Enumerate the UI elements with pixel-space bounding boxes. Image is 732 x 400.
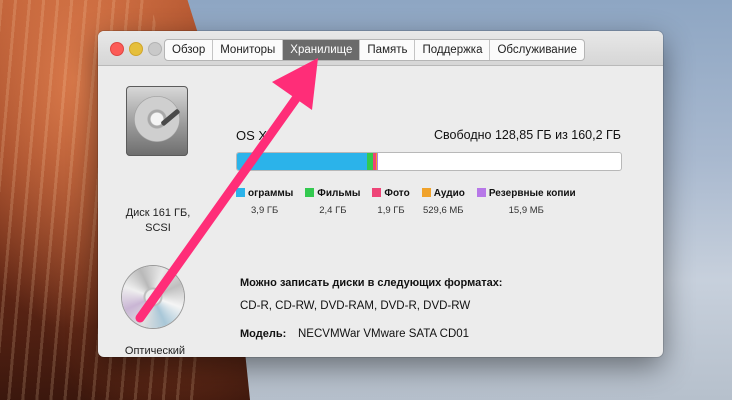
legend-swatch-backups bbox=[476, 188, 486, 197]
tab-bar: Обзор Мониторы Хранилище Память Поддержк… bbox=[164, 39, 585, 61]
minimize-window-button[interactable] bbox=[129, 42, 143, 56]
tab-support[interactable]: Поддержка bbox=[415, 40, 491, 60]
about-this-mac-window: Обзор Мониторы Хранилище Память Поддержк… bbox=[98, 31, 663, 357]
legend-swatch-movies bbox=[305, 188, 315, 197]
close-window-button[interactable] bbox=[110, 42, 124, 56]
legend-swatch-apps bbox=[236, 188, 245, 197]
storage-content: Диск 161 ГБ, SCSI Оптический дисковод OS… bbox=[98, 66, 663, 357]
formats-title: Можно записать диски в следующих формата… bbox=[240, 277, 503, 289]
tab-overview[interactable]: Обзор bbox=[165, 40, 214, 60]
model-value: NECVMWar VMware SATA CD01 bbox=[298, 328, 470, 340]
legend-size-photos: 1,9 ГБ bbox=[377, 205, 405, 216]
legend-item-backups: Резервные копии 15,9 МБ bbox=[476, 183, 576, 216]
formats-list: CD-R, CD-RW, DVD-RAM, DVD-R, DVD-RW bbox=[240, 300, 471, 312]
hard-drive-platter bbox=[134, 96, 180, 142]
volume-name: OS X bbox=[236, 128, 268, 143]
legend-size-backups: 15,9 МБ bbox=[508, 205, 544, 216]
tab-memory[interactable]: Память bbox=[360, 40, 416, 60]
legend-swatch-audio bbox=[421, 188, 431, 197]
legend-item-movies: Фильмы 2,4 ГБ bbox=[305, 183, 360, 216]
free-space-text: Свободно 128,85 ГБ из 160,2 ГБ bbox=[434, 128, 621, 142]
legend-size-audio: 529,6 МБ bbox=[422, 205, 464, 216]
usage-segment-0 bbox=[237, 153, 368, 170]
zoom-window-button[interactable] bbox=[148, 42, 162, 56]
legend-swatch-photos bbox=[372, 188, 382, 197]
optical-drive-label: Оптический дисковод bbox=[124, 345, 186, 357]
legend-label-audio: Аудио bbox=[433, 188, 465, 199]
optical-disc-icon[interactable] bbox=[122, 266, 184, 328]
legend-item-apps: ограммы 3,9 ГБ bbox=[236, 183, 293, 216]
storage-usage-bar bbox=[236, 152, 622, 171]
legend-label-photos: Фото bbox=[384, 188, 410, 199]
legend-label-movies: Фильмы bbox=[317, 188, 361, 199]
legend-size-apps: 3,9 ГБ bbox=[251, 205, 279, 216]
legend-label-apps: ограммы bbox=[248, 188, 294, 199]
legend-size-movies: 2,4 ГБ bbox=[319, 205, 347, 216]
hard-drive-label: Диск 161 ГБ, SCSI bbox=[125, 207, 191, 234]
storage-legend: ограммы 3,9 ГБ Фильмы 2,4 ГБ Фото 1,9 ГБ… bbox=[236, 183, 588, 216]
model-label: Модель: bbox=[240, 328, 287, 340]
legend-item-audio: Аудио 529,6 МБ bbox=[421, 183, 465, 216]
hard-drive-icon[interactable] bbox=[126, 86, 188, 156]
window-titlebar: Обзор Мониторы Хранилище Память Поддержк… bbox=[98, 31, 663, 66]
legend-item-photos: Фото 1,9 ГБ bbox=[372, 183, 410, 216]
tab-displays[interactable]: Мониторы bbox=[213, 40, 284, 60]
tab-storage[interactable]: Хранилище bbox=[283, 40, 361, 60]
tab-service[interactable]: Обслуживание bbox=[490, 40, 583, 60]
legend-label-backups: Резервные копии bbox=[488, 188, 576, 199]
